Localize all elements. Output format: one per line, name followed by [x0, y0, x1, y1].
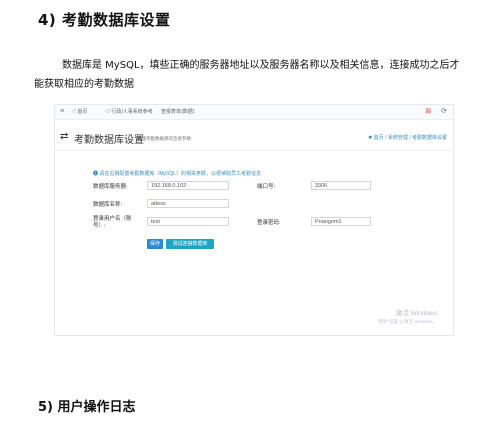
password-field[interactable]: Poangom1 [311, 217, 371, 226]
save-button[interactable]: 保存 [147, 239, 163, 249]
section-heading-4: 4) 考勤数据库设置 [38, 11, 171, 29]
server-label: 数据库服务器: [93, 184, 128, 190]
page-subtitle: 管理考勤数据库的连接参数 [137, 136, 191, 141]
swap-icon: ⇄ [60, 131, 69, 142]
embedded-screenshot: ≡ ◁ 首页 ◁ 行政/人事系统参考 查报表单(数据) ⊠ ⟳ ⇄ 考勤数据库设… [54, 104, 454, 336]
page-title: 考勤数据库设置 [74, 135, 144, 146]
settings-form: ❶ 请在右侧配置考勤数据库（MySQL）的相关参数，以便读取员工考勤信息 数据库… [73, 155, 435, 253]
dbname-field[interactable]: attess [147, 199, 229, 208]
tab-hr-system[interactable]: ◁ 行政/人事系统参考 [105, 108, 153, 115]
section-heading-5: 5) 用户操作日志 [38, 400, 136, 415]
test-connection-button[interactable]: 测试连接数据库 [166, 239, 214, 249]
tab-report[interactable]: 查报表单(数据) [161, 108, 194, 115]
refresh-icon[interactable]: ⟳ [441, 107, 447, 115]
breadcrumb[interactable]: ✱ 首页 / 系统管理 / 考勤数据库设置 [368, 134, 447, 141]
paragraph-line-1: 数据库是 MySQL，填些正确的服务器地址以及服务器名称以及相关信息，连接成功之… [62, 60, 460, 71]
activation-watermark-text: 转到"设置"以激活 Windows。 [378, 319, 437, 324]
port-label: 端口号: [257, 184, 276, 190]
paragraph-line-2: 能获取相应的考勤数据 [34, 79, 134, 90]
menu-icon[interactable]: ≡ [60, 108, 64, 115]
top-navbar: ≡ ◁ 首页 ◁ 行政/人事系统参考 查报表单(数据) ⊠ ⟳ [55, 105, 453, 120]
username-label: 登录用户名（账号）: [93, 216, 132, 229]
page-header: ⇄ 考勤数据库设置 管理考勤数据库的连接参数 ✱ 首页 / 系统管理 / 考勤数… [55, 120, 453, 151]
info-tip: ❶ 请在右侧配置考勤数据库（MySQL）的相关参数，以便读取员工考勤信息 [93, 171, 262, 177]
dbname-label: 数据库名称: [93, 202, 123, 208]
activation-watermark-title: 激活 Windows [395, 310, 437, 317]
username-field[interactable]: test [147, 217, 229, 226]
top-icons: ⊠ ⟳ [417, 107, 447, 115]
close-tab-icon[interactable]: ⊠ [425, 107, 431, 115]
password-label: 登录密码: [257, 220, 281, 226]
server-field[interactable]: 192.168.0.102 [147, 181, 229, 190]
port-field[interactable]: 3306 [311, 181, 371, 190]
tab-home[interactable]: ◁ 首页 [71, 108, 87, 115]
